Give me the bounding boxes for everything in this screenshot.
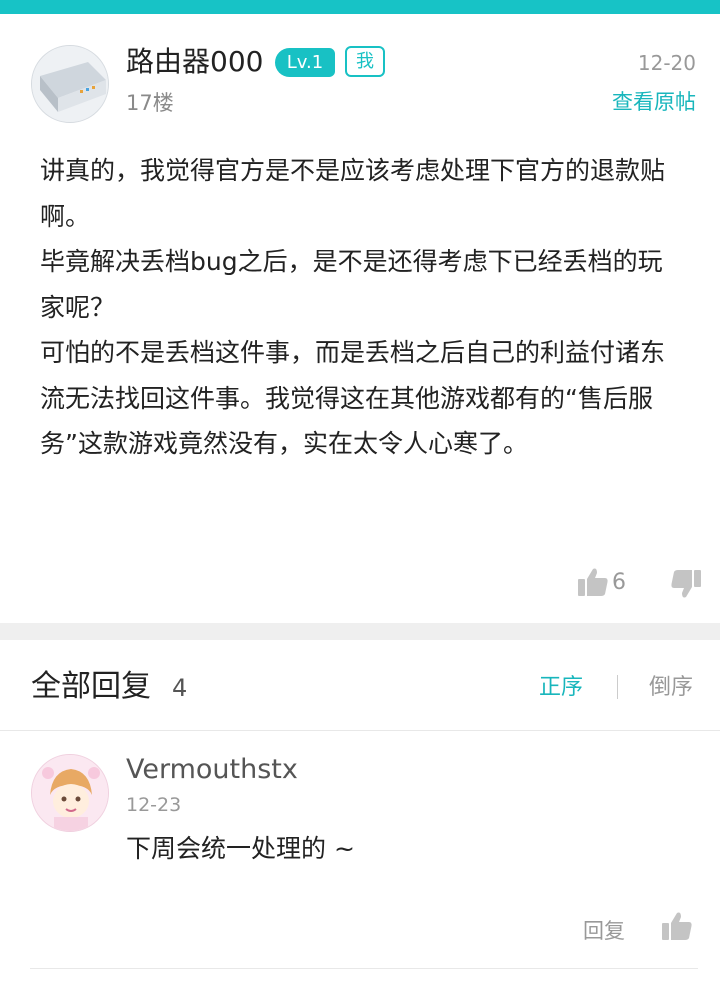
view-original-link[interactable]: 查看原帖 — [612, 88, 696, 116]
floor-number: 17楼 — [126, 91, 174, 115]
reply-divider — [30, 968, 698, 969]
post-content: 讲真的，我觉得官方是不是应该考虑处理下官方的退款贴啊。 毕竟解决丢档bug之后，… — [40, 148, 680, 467]
avatar[interactable] — [31, 45, 109, 123]
reply-username[interactable]: Vermouthstx — [126, 753, 298, 787]
reply-avatar[interactable] — [31, 754, 109, 832]
me-badge: 我 — [345, 46, 385, 77]
thumbs-up-icon[interactable] — [577, 566, 609, 598]
post-paragraph: 讲真的，我觉得官方是不是应该考虑处理下官方的退款贴啊。 — [40, 156, 666, 231]
post-username[interactable]: 路由器000 — [126, 44, 263, 80]
reply-text: 下周会统一处理的 ~ — [126, 834, 355, 863]
replies-count: 4 — [172, 674, 188, 702]
post-paragraph: 毕竟解决丢档bug之后，是不是还得考虑下已经丢档的玩家呢？ — [40, 247, 663, 322]
thumbs-up-icon[interactable] — [661, 910, 693, 942]
thumbs-down-icon[interactable] — [670, 568, 702, 600]
sort-descending-tab[interactable]: 倒序 — [649, 674, 693, 702]
reply-button[interactable]: 回复 — [583, 917, 625, 945]
sort-ascending-tab[interactable]: 正序 — [539, 674, 583, 702]
level-badge: Lv.1 — [275, 48, 335, 77]
top-status-bar — [0, 0, 720, 14]
post-date: 12-20 — [637, 51, 696, 75]
post-paragraph: 可怕的不是丢档这件事，而是丢档之后自己的利益付诸东流无法找回这件事。我觉得这在其… — [40, 338, 666, 458]
like-count: 6 — [612, 570, 626, 595]
header-divider — [0, 730, 720, 731]
sort-separator — [617, 675, 618, 699]
reply-date: 12-23 — [126, 794, 182, 816]
replies-title: 全部回复 — [31, 669, 151, 704]
section-divider — [0, 623, 720, 640]
